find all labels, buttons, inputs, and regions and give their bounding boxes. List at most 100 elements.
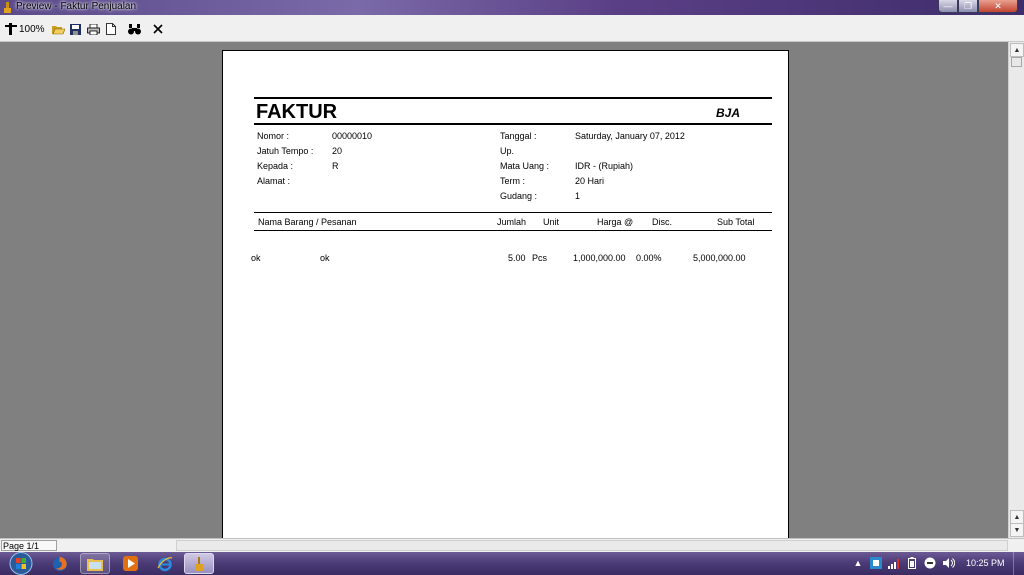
media-player-icon [122, 556, 138, 571]
signal-icon [888, 559, 899, 569]
scroll-thumb[interactable] [1011, 57, 1022, 67]
field-label-tanggal: Tanggal : [500, 131, 537, 141]
vertical-scrollbar[interactable]: ▲ ▲ ▼ [1008, 42, 1024, 538]
column-header-unit: Unit [543, 217, 560, 227]
column-header-qty: Jumlah [497, 217, 527, 227]
taskbar-media-player[interactable] [115, 553, 145, 574]
field-value-term: 20 Hari [575, 176, 605, 186]
field-value-kepada: R [332, 161, 339, 171]
field-label-mata-uang: Mata Uang : [500, 161, 550, 171]
field-label-gudang: Gudang : [500, 191, 538, 201]
battery-icon [908, 557, 916, 569]
page-setup-button[interactable] [105, 21, 117, 37]
volume-icon [943, 558, 955, 568]
start-button[interactable] [8, 552, 34, 575]
tray-volume[interactable] [942, 556, 956, 570]
divider [254, 230, 772, 231]
tray-battery[interactable] [906, 556, 918, 570]
cell-name: ok [320, 253, 330, 263]
field-value-mata-uang: IDR - (Rupiah) [575, 161, 634, 171]
close-icon: ✕ [994, 0, 1002, 11]
taskbar-internet-explorer[interactable] [150, 553, 180, 574]
column-header-price: Harga @ [597, 217, 634, 227]
folder-open-icon [51, 25, 65, 34]
restore-icon: ❐ [963, 0, 973, 11]
minimize-icon: — [943, 1, 953, 11]
page-icon [106, 23, 116, 35]
zoom-button[interactable]: 100% [5, 21, 45, 37]
toolbar: 100% [0, 15, 1024, 42]
tray-network[interactable] [869, 556, 883, 570]
restore-button[interactable]: ❐ [958, 0, 978, 13]
taskbar: ▲ 10:25 PM [0, 552, 1024, 575]
app-icon [4, 2, 11, 13]
printer-icon [86, 23, 100, 35]
document-title: FAKTUR [256, 101, 338, 123]
find-button[interactable] [127, 21, 141, 37]
firefox-icon [53, 556, 67, 571]
divider [254, 212, 772, 213]
preview-area[interactable]: FAKTUR BJA Nomor : 00000010 Jatuh Tempo … [0, 42, 1008, 538]
field-value-jatuh-tempo: 20 [332, 146, 343, 156]
chevron-up-icon: ▲ [853, 558, 863, 568]
field-label-jatuh-tempo: Jatuh Tempo : [257, 146, 314, 156]
tray-action-center[interactable] [923, 556, 937, 570]
tray-signal[interactable] [887, 556, 901, 570]
taskbar-firefox[interactable] [45, 553, 75, 574]
minimize-button[interactable]: — [938, 0, 958, 13]
field-label-kepada: Kepada : [257, 161, 294, 171]
divider [254, 123, 772, 125]
arrow-up-icon: ▲ [1013, 46, 1021, 54]
cell-qty: 5.00 [508, 253, 526, 263]
action-center-icon [924, 557, 936, 569]
field-value-tanggal: Saturday, January 07, 2012 [575, 131, 685, 141]
status-bar: Page 1/1 [0, 538, 1024, 552]
double-arrow-down-icon: ▼ [1013, 526, 1021, 534]
cell-unit: Pcs [532, 253, 548, 263]
save-icon [69, 23, 81, 35]
field-label-alamat: Alamat : [257, 176, 291, 186]
print-button[interactable] [86, 21, 100, 37]
cell-code: ok [251, 253, 261, 263]
cell-disc: 0.00% [636, 253, 662, 263]
save-button[interactable] [69, 21, 81, 37]
scroll-up-button[interactable]: ▲ [1010, 43, 1024, 57]
page-indicator: Page 1/1 [1, 540, 57, 551]
double-arrow-up-icon: ▲ [1013, 513, 1021, 521]
taskbar-faktur-app[interactable] [184, 553, 214, 574]
company-name: BJA [716, 106, 741, 120]
binoculars-icon [127, 23, 141, 34]
clock[interactable]: 10:25 PM [966, 558, 1005, 568]
open-button[interactable] [51, 21, 65, 37]
network-icon [870, 557, 882, 569]
taskbar-explorer[interactable] [80, 553, 110, 574]
field-value-gudang: 1 [575, 191, 581, 201]
horizontal-scrollbar[interactable] [176, 540, 1008, 551]
close-icon [153, 24, 163, 34]
window-title: Preview - Faktur Penjualan [16, 1, 137, 12]
internet-explorer-icon [157, 556, 173, 571]
divider [254, 97, 772, 99]
app-icon [195, 556, 203, 571]
zoom-label: 100% [19, 23, 45, 35]
folder-icon [87, 558, 103, 571]
field-label-up: Up. [500, 146, 515, 156]
close-preview-button[interactable] [152, 21, 164, 37]
title-bar: Preview - Faktur Penjualan — ❐ ✕ [0, 0, 1024, 15]
page-up-button[interactable]: ▲ [1010, 510, 1024, 524]
close-window-button[interactable]: ✕ [978, 0, 1018, 13]
column-header-disc: Disc. [652, 217, 672, 227]
report-page: FAKTUR BJA Nomor : 00000010 Jatuh Tempo … [222, 50, 789, 538]
show-hidden-icons-button[interactable]: ▲ [853, 556, 863, 570]
cell-subtotal: 5,000,000.00 [693, 253, 746, 263]
show-desktop-button[interactable] [1013, 552, 1024, 575]
field-label-nomor: Nomor : [257, 131, 290, 141]
window-controls: — ❐ ✕ [938, 0, 1018, 13]
zoom-icon [5, 23, 17, 35]
field-value-nomor: 00000010 [332, 131, 373, 141]
field-label-term: Term : [500, 176, 526, 186]
column-header-subtotal: Sub Total [717, 217, 755, 227]
page-down-button[interactable]: ▼ [1010, 523, 1024, 537]
column-header-item: Nama Barang / Pesanan [258, 217, 357, 227]
cell-price: 1,000,000.00 [573, 253, 626, 263]
